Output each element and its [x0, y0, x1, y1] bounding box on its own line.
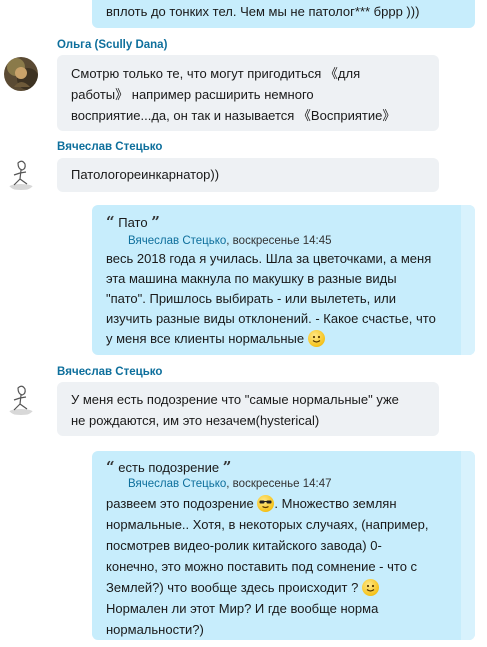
message-text: Патологореинкарнатор)): [71, 167, 220, 182]
quote-author[interactable]: Вячеслав Стецько: [128, 478, 226, 490]
quote-text: есть подозрение: [118, 460, 220, 475]
avatar[interactable]: [4, 157, 38, 191]
quote-text: Пато: [118, 215, 148, 230]
quote-close-icon: ”: [222, 458, 232, 476]
message-text-with-emoji: развеем это подозрение . Множество земля…: [106, 493, 429, 514]
sender-name[interactable]: Ольга (Scully Dana): [57, 39, 167, 51]
sender-name[interactable]: Вячеслав Стецько: [57, 141, 162, 153]
message-bubble-outgoing: “ есть подозрение ” Вячеслав Стецько, во…: [92, 451, 475, 640]
message-text: развеем это подозрение: [106, 496, 254, 511]
quote-header: “ есть подозрение ”: [106, 458, 231, 476]
quote-time: , воскресенье 14:47: [226, 478, 332, 490]
message-text: нормальности?): [106, 622, 204, 637]
message-text: весь 2018 года я училась. Шла за цветочк…: [106, 251, 432, 266]
message-bubble-outgoing: “ Пато ” Вячеслав Стецько, воскресенье 1…: [92, 205, 475, 355]
message-text: . Множество землян: [274, 496, 397, 511]
message-text: не рождаются, им это незачем(hysterical): [71, 413, 320, 428]
message-text: нормальные.. Хотя, в некоторых случаях, …: [106, 517, 429, 532]
message-text: Нормален ли этот Мир? И где вообще норма: [106, 601, 379, 616]
message-bubble-incoming: Патологореинкарнатор)): [57, 158, 439, 192]
quote-bar: [461, 451, 475, 640]
quote-author[interactable]: Вячеслав Стецько: [128, 235, 226, 247]
quote-meta: Вячеслав Стецько, воскресенье 14:47: [128, 478, 332, 490]
message-text: восприятие...да, он так и называется 《Во…: [71, 108, 396, 123]
message-text: "пато". Пришлось выбирать - или вылететь…: [106, 291, 397, 306]
message-text: Землей?) что вообще здесь происходит ?: [106, 580, 359, 595]
message-text: работы》 например расширить немного: [71, 87, 314, 102]
quote-bar: [461, 205, 475, 355]
message-bubble-incoming: У меня есть подозрение что "самые нормал…: [57, 382, 439, 436]
sender-name[interactable]: Вячеслав Стецько: [57, 366, 162, 378]
message-text-with-emoji: Землей?) что вообще здесь происходит ?: [106, 577, 429, 598]
message-text: конечно, это можно поставить под сомнени…: [106, 559, 418, 574]
quote-close-icon: ”: [151, 213, 160, 231]
message-text: у меня все клиенты нормальные: [106, 331, 305, 346]
quote-header: “ Пато ”: [106, 213, 160, 231]
avatar[interactable]: [4, 57, 38, 91]
message-body: весь 2018 года я училась. Шла за цветочк…: [106, 249, 436, 349]
quote-open-icon: “: [106, 213, 115, 231]
smile-icon: [307, 330, 325, 347]
message-text-with-emoji: у меня все клиенты нормальные: [106, 329, 436, 349]
message-text: Смотрю только те, что могут пригодиться …: [71, 66, 361, 81]
message-bubble-incoming: Смотрю только те, что могут пригодиться …: [57, 55, 439, 131]
avatar[interactable]: [4, 382, 38, 416]
message-text: посмотрев видео-ролик китайского завода)…: [106, 538, 382, 553]
message-body: развеем это подозрение . Множество земля…: [106, 493, 429, 640]
sunglasses-icon: [257, 495, 275, 512]
message-bubble-outgoing: вплоть до тонких тел. Чем мы не патолог*…: [92, 0, 475, 28]
quote-meta: Вячеслав Стецько, воскресенье 14:45: [128, 235, 332, 247]
quote-time: , воскресенье 14:45: [226, 235, 332, 247]
message-text: У меня есть подозрение что "самые нормал…: [71, 392, 399, 407]
quote-open-icon: “: [106, 458, 115, 476]
message-text: эта машина макнула по макушку в разные в…: [106, 271, 397, 286]
message-text: вплоть до тонких тел. Чем мы не патолог*…: [106, 4, 420, 19]
message-text: изучить разные виды отклонений. - Какое …: [106, 311, 436, 326]
smile-icon: [361, 579, 379, 596]
